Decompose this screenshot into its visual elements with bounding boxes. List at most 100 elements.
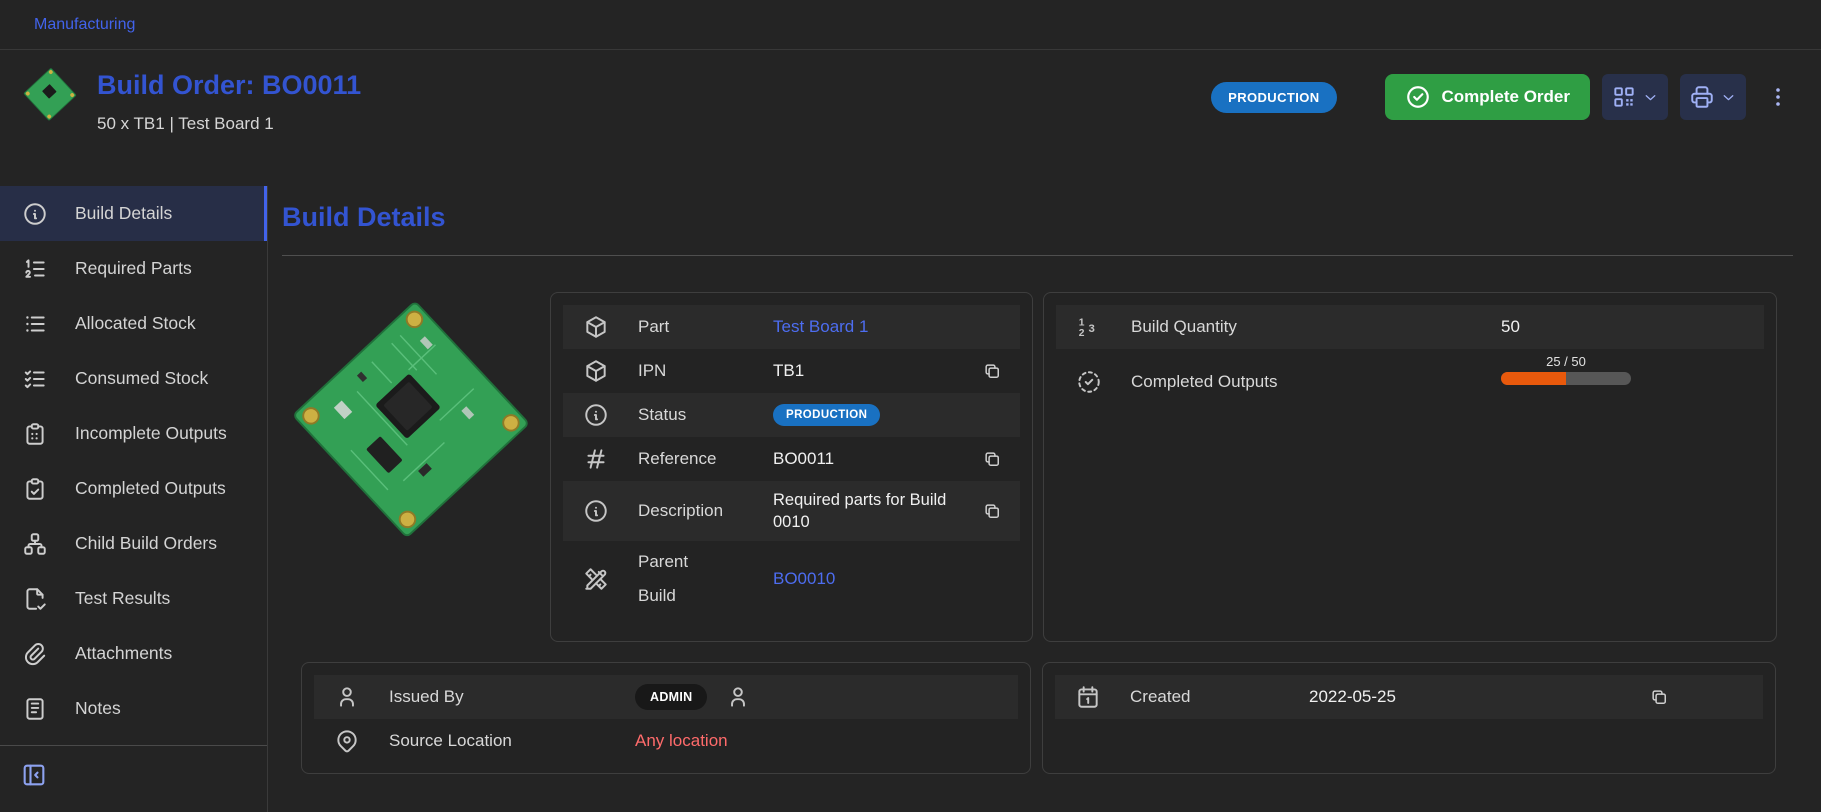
table-row-issued-by: Issued By ADMIN (314, 675, 1018, 719)
chevron-down-icon (1642, 89, 1659, 106)
circle-check-icon (1405, 84, 1431, 110)
admin-badge: ADMIN (635, 684, 707, 710)
breadcrumb: Manufacturing (0, 0, 1821, 50)
sidebar-item-attachments[interactable]: Attachments (0, 626, 267, 681)
table-row-ipn: IPN TB1 (563, 349, 1020, 393)
complete-order-button[interactable]: Complete Order (1385, 74, 1590, 120)
more-actions-menu-button[interactable] (1762, 81, 1794, 113)
copy-button[interactable] (1649, 686, 1671, 708)
info-circle-icon (583, 402, 609, 428)
page-title: Build Order: BO0011 (97, 70, 361, 101)
sidebar-item-label: Attachments (75, 643, 172, 664)
sidebar-item-child-build-orders[interactable]: Child Build Orders (0, 516, 267, 571)
box-icon (583, 314, 609, 340)
table-row-part: Part Test Board 1 (563, 305, 1020, 349)
numbers-123-icon: 1 2 3 (1076, 314, 1102, 340)
row-label: Build Quantity (1131, 317, 1501, 337)
copy-icon (1649, 687, 1671, 707)
clipboard-list-icon (22, 421, 48, 447)
sidebar-item-allocated-stock[interactable]: Allocated Stock (0, 296, 267, 351)
panel-title: Build Details (282, 202, 1793, 233)
reference-value: BO0011 (773, 449, 834, 469)
sidebar-item-consumed-stock[interactable]: Consumed Stock (0, 351, 267, 406)
sidebar-collapse-icon (20, 761, 48, 789)
notes-icon (22, 696, 48, 722)
sidebar-divider (0, 745, 267, 746)
print-actions-button[interactable] (1680, 74, 1746, 120)
part-image[interactable] (285, 292, 537, 544)
copy-icon (982, 449, 1004, 469)
part-thumbnail-image[interactable] (22, 66, 78, 122)
table-row-created: Created 2022-05-25 (1055, 675, 1763, 719)
ipn-value: TB1 (773, 361, 804, 381)
qrcode-icon (1611, 84, 1637, 110)
issued-by-value: ADMIN (635, 684, 751, 710)
sidebar-item-required-parts[interactable]: Required Parts (0, 241, 267, 296)
hash-icon (583, 446, 609, 472)
list-numbers-icon (22, 256, 48, 282)
tools-icon (583, 566, 609, 592)
progress-check-icon (1076, 369, 1102, 395)
page-subtitle: 50 x TB1 | Test Board 1 (97, 114, 361, 134)
printer-icon (1689, 84, 1715, 110)
file-check-icon (22, 586, 48, 612)
outputs-progress: 25 / 50 (1501, 354, 1631, 385)
svg-text:1: 1 (1079, 317, 1085, 328)
list-check-icon (22, 366, 48, 392)
row-label: Description (638, 501, 773, 521)
sidebar-item-label: Completed Outputs (75, 478, 226, 499)
parent-build-link[interactable]: BO0010 (773, 569, 835, 589)
part-details-card: Part Test Board 1 IPN TB1 (550, 292, 1033, 642)
copy-button[interactable] (982, 448, 1004, 470)
issued-card: Issued By ADMIN Source Location (301, 662, 1031, 774)
row-label: Parent Build (638, 545, 708, 613)
sidebar-item-completed-outputs[interactable]: Completed Outputs (0, 461, 267, 516)
table-row-source-location: Source Location Any location (314, 719, 1018, 763)
sidebar-item-incomplete-outputs[interactable]: Incomplete Outputs (0, 406, 267, 461)
sidebar-item-label: Build Details (75, 203, 172, 224)
source-location-value: Any location (635, 731, 728, 751)
box-icon (583, 358, 609, 384)
copy-button[interactable] (982, 360, 1004, 382)
clipboard-check-icon (22, 476, 48, 502)
table-row-description: Description Required parts for Build 001… (563, 481, 1020, 541)
description-value: Required parts for Build 0010 (773, 489, 955, 534)
header-actions: PRODUCTION Complete Order (1211, 64, 1794, 120)
created-card: Created 2022-05-25 (1042, 662, 1776, 774)
sidebar-item-label: Child Build Orders (75, 533, 217, 554)
row-label: Status (638, 405, 773, 425)
main-panel: Build Details (268, 186, 1821, 812)
svg-text:2: 2 (1079, 328, 1085, 339)
sidebar-item-label: Incomplete Outputs (75, 423, 227, 444)
sidebar-item-label: Required Parts (75, 258, 192, 279)
sidebar-item-notes[interactable]: Notes (0, 681, 267, 736)
build-quantity-card: 1 2 3 Build Quantity 50 Completed Output… (1043, 292, 1777, 642)
list-icon (22, 311, 48, 337)
row-label: Part (638, 317, 773, 337)
row-label: Issued By (389, 687, 635, 707)
info-circle-icon (583, 498, 609, 524)
chevron-down-icon (1720, 89, 1737, 106)
created-value: 2022-05-25 (1309, 687, 1396, 707)
sidebar-collapse-button[interactable] (0, 755, 48, 789)
progress-label: 25 / 50 (1501, 354, 1631, 369)
sidebar-item-test-results[interactable]: Test Results (0, 571, 267, 626)
map-pin-icon (334, 728, 360, 754)
sidebar-item-build-details[interactable]: Build Details (0, 186, 267, 241)
page-header: Build Order: BO0011 50 x TB1 | Test Boar… (0, 50, 1821, 186)
table-row-parent-build: Parent Build BO0010 (563, 541, 1020, 617)
sidebar-item-label: Allocated Stock (75, 313, 196, 334)
build-order-page: Manufacturing Build Order: BO0011 50 x T… (0, 0, 1821, 812)
progress-fill (1501, 372, 1566, 385)
paperclip-icon (22, 641, 48, 667)
row-label: Created (1130, 687, 1309, 707)
calendar-icon (1075, 684, 1101, 710)
part-link[interactable]: Test Board 1 (773, 317, 868, 337)
sidebar-item-label: Consumed Stock (75, 368, 208, 389)
panel-divider (282, 255, 1793, 256)
sidebar: Build Details Required Parts Allocated S… (0, 186, 268, 812)
row-label: Source Location (389, 731, 635, 751)
barcode-actions-button[interactable] (1602, 74, 1668, 120)
breadcrumb-manufacturing-link[interactable]: Manufacturing (34, 16, 135, 34)
copy-button[interactable] (982, 500, 1004, 522)
